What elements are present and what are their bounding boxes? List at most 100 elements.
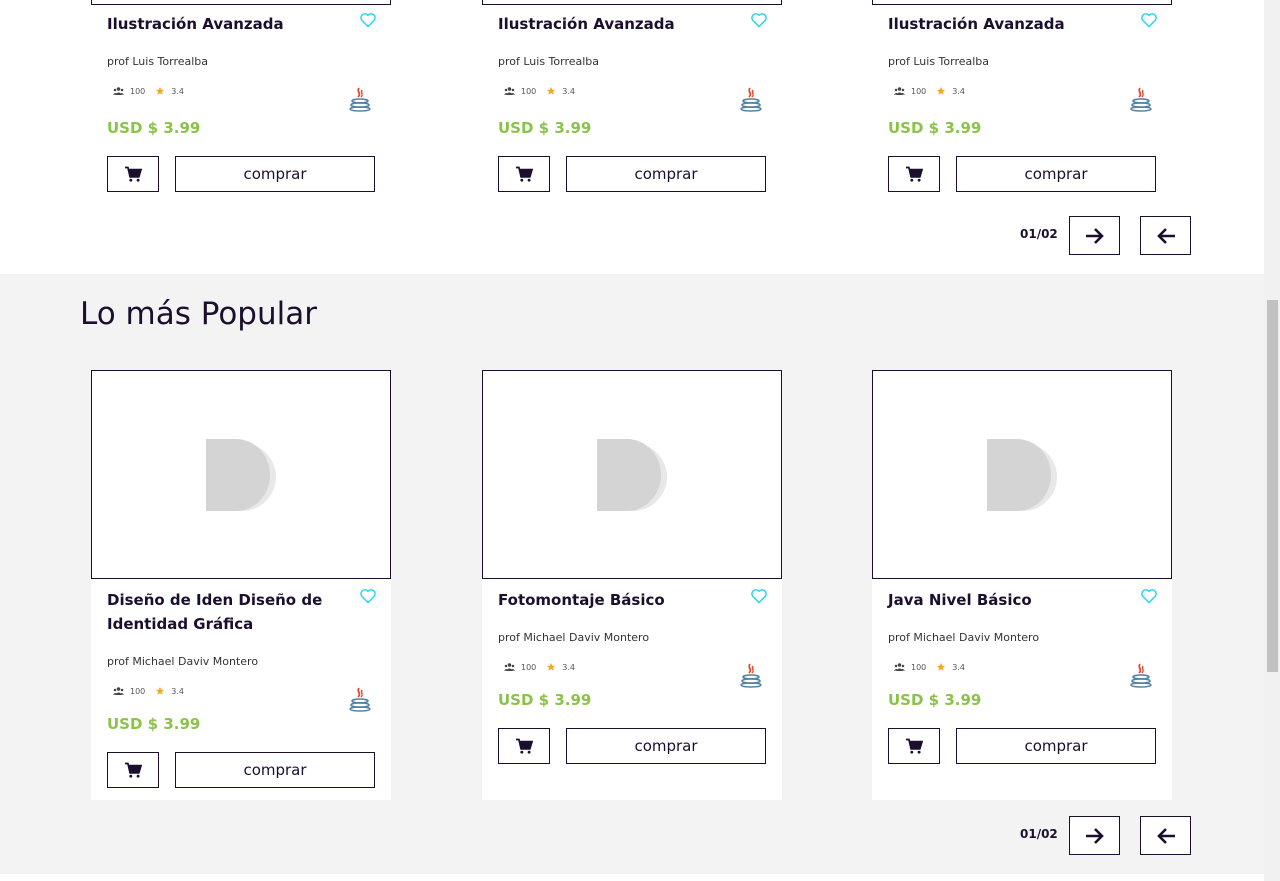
course-card[interactable]: Ilustración Avanzada prof Luis Torrealba… <box>91 0 391 210</box>
prev-button[interactable] <box>1140 216 1191 255</box>
course-price: USD $ 3.99 <box>498 119 592 137</box>
course-card[interactable]: Java Nivel Básico prof Michael Daviv Mon… <box>872 370 1172 800</box>
heart-icon[interactable] <box>750 588 768 604</box>
course-image[interactable] <box>872 370 1172 579</box>
heart-icon[interactable] <box>1140 12 1158 28</box>
arrow-right-icon <box>1085 227 1104 244</box>
course-stats: 100 3.4 <box>504 662 585 672</box>
star-icon <box>156 686 165 695</box>
arrow-left-icon <box>1156 227 1175 244</box>
rating-value: 3.4 <box>952 662 966 672</box>
course-image[interactable] <box>482 370 782 579</box>
heart-icon[interactable] <box>359 588 377 604</box>
d-logo <box>597 439 667 511</box>
course-title: Ilustración Avanzada <box>107 15 284 33</box>
next-button[interactable] <box>1069 216 1120 255</box>
users-icon <box>113 687 124 695</box>
course-price: USD $ 3.99 <box>498 691 592 709</box>
add-to-cart-button[interactable] <box>498 156 550 192</box>
course-image[interactable] <box>91 370 391 579</box>
rating-value: 3.4 <box>562 662 576 672</box>
users-icon <box>894 663 905 671</box>
add-to-cart-button[interactable] <box>498 728 550 764</box>
rating-value: 3.4 <box>562 86 576 96</box>
course-card[interactable]: Ilustración Avanzada prof Luis Torrealba… <box>482 0 782 210</box>
buy-button[interactable]: comprar <box>566 156 766 192</box>
prev-button[interactable] <box>1140 816 1191 855</box>
students-count: 100 <box>911 86 927 96</box>
users-icon <box>504 663 515 671</box>
course-title: Diseño de Iden Diseño de Identidad Gráfi… <box>107 591 323 633</box>
buy-button[interactable]: comprar <box>956 156 1156 192</box>
course-professor: prof Luis Torrealba <box>888 55 990 68</box>
buy-button[interactable]: comprar <box>956 728 1156 764</box>
users-icon <box>894 87 905 95</box>
course-price: USD $ 3.99 <box>107 715 201 733</box>
d-logo <box>987 439 1057 511</box>
heart-icon[interactable] <box>359 12 377 28</box>
page-indicator: 01/02 <box>1020 227 1058 241</box>
add-to-cart-button[interactable] <box>888 156 940 192</box>
star-icon <box>547 662 556 671</box>
course-title: Ilustración Avanzada <box>888 15 1065 33</box>
students-count: 100 <box>521 86 537 96</box>
next-button[interactable] <box>1069 816 1120 855</box>
courses-section: Ilustración Avanzada prof Luis Torrealba… <box>0 0 1264 274</box>
heart-icon[interactable] <box>1140 588 1158 604</box>
course-stats: 100 3.4 <box>894 86 975 96</box>
arrow-right-icon <box>1085 827 1104 844</box>
cart-icon <box>906 166 923 182</box>
page-indicator: 01/02 <box>1020 827 1058 841</box>
students-count: 100 <box>521 662 537 672</box>
cart-icon <box>516 738 533 754</box>
rating-value: 3.4 <box>171 686 185 696</box>
cart-icon <box>906 738 923 754</box>
course-price: USD $ 3.99 <box>888 119 982 137</box>
star-icon <box>547 86 556 95</box>
course-card[interactable]: Ilustración Avanzada prof Luis Torrealba… <box>872 0 1172 210</box>
java-icon <box>740 87 762 112</box>
students-count: 100 <box>130 86 146 96</box>
course-title: Ilustración Avanzada <box>498 15 675 33</box>
course-stats: 100 3.4 <box>113 686 194 696</box>
java-icon <box>1130 663 1152 688</box>
add-to-cart-button[interactable] <box>107 752 159 788</box>
cart-icon <box>516 166 533 182</box>
rating-value: 3.4 <box>952 86 966 96</box>
scrollbar-thumb[interactable] <box>1267 300 1278 672</box>
course-title: Fotomontaje Básico <box>498 591 665 609</box>
buy-button[interactable]: comprar <box>175 156 375 192</box>
course-professor: prof Michael Daviv Montero <box>107 655 259 668</box>
course-professor: prof Michael Daviv Montero <box>498 631 650 644</box>
arrow-left-icon <box>1156 827 1175 844</box>
rating-value: 3.4 <box>171 86 185 96</box>
course-title: Java Nivel Básico <box>888 591 1032 609</box>
course-professor: prof Michael Daviv Montero <box>888 631 1040 644</box>
heart-icon[interactable] <box>750 12 768 28</box>
course-stats: 100 3.4 <box>113 86 194 96</box>
course-stats: 100 3.4 <box>894 662 975 672</box>
footer-edge <box>0 874 1264 881</box>
users-icon <box>504 87 515 95</box>
course-stats: 100 3.4 <box>504 86 585 96</box>
buy-button[interactable]: comprar <box>175 752 375 788</box>
star-icon <box>156 86 165 95</box>
course-card[interactable]: Diseño de Iden Diseño de Identidad Gráfi… <box>91 370 391 800</box>
popular-section: Lo más Popular Diseño de Iden Diseño de … <box>0 274 1264 874</box>
section-heading: Lo más Popular <box>80 296 317 332</box>
students-count: 100 <box>130 686 146 696</box>
students-count: 100 <box>911 662 927 672</box>
java-icon <box>349 87 371 112</box>
cart-icon <box>125 166 142 182</box>
buy-button[interactable]: comprar <box>566 728 766 764</box>
d-logo <box>206 439 276 511</box>
page-scrollbar[interactable] <box>1264 0 1280 881</box>
add-to-cart-button[interactable] <box>888 728 940 764</box>
add-to-cart-button[interactable] <box>107 156 159 192</box>
java-icon <box>740 663 762 688</box>
course-price: USD $ 3.99 <box>888 691 982 709</box>
cart-icon <box>125 762 142 778</box>
star-icon <box>937 86 946 95</box>
course-professor: prof Luis Torrealba <box>498 55 600 68</box>
course-card[interactable]: Fotomontaje Básico prof Michael Daviv Mo… <box>482 370 782 800</box>
